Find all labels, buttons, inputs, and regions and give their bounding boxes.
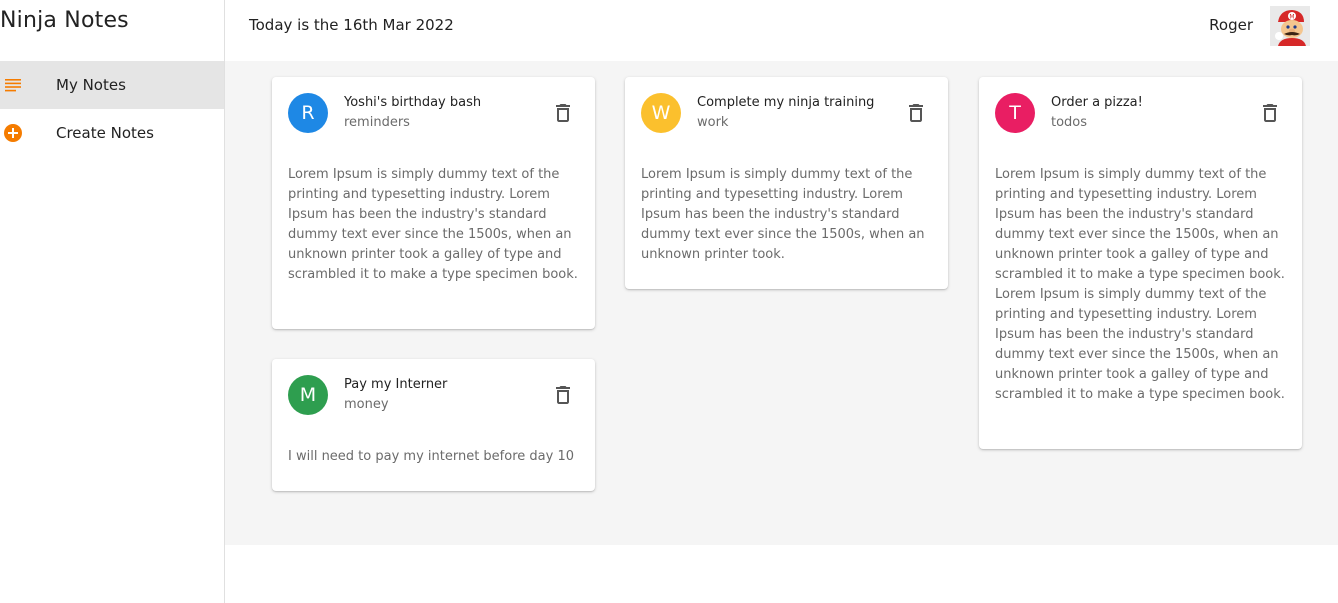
note-title: Order a pizza! xyxy=(1051,95,1143,110)
avatar[interactable]: M xyxy=(1270,6,1310,46)
note-category: money xyxy=(344,397,389,412)
note-card: M Pay my Interner money I will need to p… xyxy=(272,359,595,491)
sidebar-item-create-notes[interactable]: Create Notes xyxy=(0,109,224,157)
user-name: Roger xyxy=(1209,16,1253,34)
delete-button[interactable] xyxy=(551,383,575,407)
note-card: W Complete my ninja training work Lorem … xyxy=(625,77,948,289)
sidebar-item-label: My Notes xyxy=(56,76,126,94)
note-title: Pay my Interner xyxy=(344,377,448,392)
trash-icon xyxy=(909,104,923,122)
note-category: todos xyxy=(1051,115,1088,130)
sidebar-item-my-notes[interactable]: My Notes xyxy=(0,61,224,109)
app-title: Ninja Notes xyxy=(0,8,129,33)
app-bar: Today is the 16th Mar 2022 Roger M xyxy=(225,0,1338,61)
notes-area: R Yoshi's birthday bash reminders Lorem … xyxy=(225,61,1338,545)
sidebar-item-label: Create Notes xyxy=(56,124,154,142)
note-body: I will need to pay my internet before da… xyxy=(288,449,574,464)
date-text: Today is the 16th Mar 2022 xyxy=(249,16,454,34)
trash-icon xyxy=(556,386,570,404)
note-title: Yoshi's birthday bash xyxy=(344,95,482,110)
note-body: Lorem Ipsum is simply dummy text of the … xyxy=(641,167,925,262)
note-avatar: W xyxy=(641,93,681,133)
svg-text:M: M xyxy=(1289,14,1294,21)
add-circle-icon xyxy=(3,123,23,143)
note-body: Lorem Ipsum is simply dummy text of the … xyxy=(288,167,578,282)
subject-icon xyxy=(3,75,23,95)
note-category: reminders xyxy=(344,115,410,130)
note-card: T Order a pizza! todos Lorem Ipsum is si… xyxy=(979,77,1302,449)
note-body: Lorem Ipsum is simply dummy text of the … xyxy=(995,167,1285,402)
note-title: Complete my ninja training xyxy=(697,95,875,110)
note-category: work xyxy=(697,115,729,130)
note-avatar: T xyxy=(995,93,1035,133)
mario-avatar-icon: M xyxy=(1270,6,1310,46)
note-avatar: M xyxy=(288,375,328,415)
delete-button[interactable] xyxy=(551,101,575,125)
note-avatar: R xyxy=(288,93,328,133)
delete-button[interactable] xyxy=(904,101,928,125)
delete-button[interactable] xyxy=(1258,101,1282,125)
trash-icon xyxy=(1263,104,1277,122)
sidebar-nav: My Notes Create Notes xyxy=(0,61,224,157)
trash-icon xyxy=(556,104,570,122)
note-card: R Yoshi's birthday bash reminders Lorem … xyxy=(272,77,595,329)
sidebar: Ninja Notes My Notes Create Notes xyxy=(0,0,225,603)
